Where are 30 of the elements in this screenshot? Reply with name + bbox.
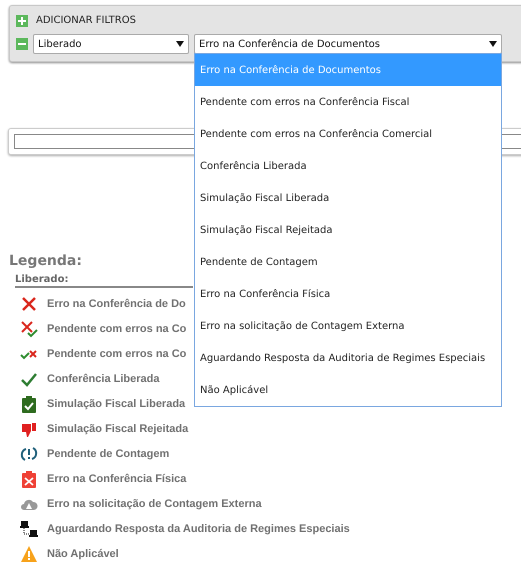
add-filter-button[interactable]: [16, 14, 28, 26]
legend-label: Erro na solicitação de Contagem Externa: [47, 496, 262, 512]
status-select[interactable]: Liberado: [33, 34, 189, 54]
legend-label: Simulação Fiscal Rejeitada: [47, 422, 188, 437]
minus-icon: [18, 40, 26, 48]
plus-icon: [18, 16, 26, 24]
network-computers-icon: [20, 520, 38, 538]
legend-group-label: Liberado:: [15, 273, 193, 288]
panel-title: ADICIONAR FILTROS: [36, 14, 136, 28]
legend-label: Conferência Liberada: [47, 372, 160, 387]
cross-check-icon: [20, 320, 38, 338]
legend-label: Erro na Conferência Física: [47, 472, 186, 487]
remove-filter-button[interactable]: [16, 38, 28, 50]
clipboard-check-icon: [20, 395, 38, 413]
legend-label: Simulação Fiscal Liberada: [47, 396, 186, 412]
dropdown-caret-icon: [489, 40, 497, 48]
warning-icon: [20, 545, 38, 563]
legend-label: Pendente com erros na Co: [47, 346, 186, 362]
legend-label: Não Aplicável: [47, 546, 119, 562]
detail-select[interactable]: Erro na Conferência de Documentos: [194, 34, 502, 54]
thumbs-down-icon: [20, 420, 38, 438]
dropdown-caret-icon: [176, 40, 184, 48]
legend-label: Pendente com erros na Co: [47, 322, 186, 337]
legend-label: Aguardando Resposta da Auditoria de Regimes Especiais: [47, 522, 350, 537]
clipboard-cross-icon: [20, 470, 38, 488]
legend-label: Erro na Conferência de Do: [47, 296, 186, 312]
cross-icon: [20, 295, 38, 313]
legend-label: Pendente de Contagem: [47, 446, 170, 462]
refresh-alert-icon: [20, 445, 38, 463]
legend-title: Legenda:: [9, 252, 82, 271]
